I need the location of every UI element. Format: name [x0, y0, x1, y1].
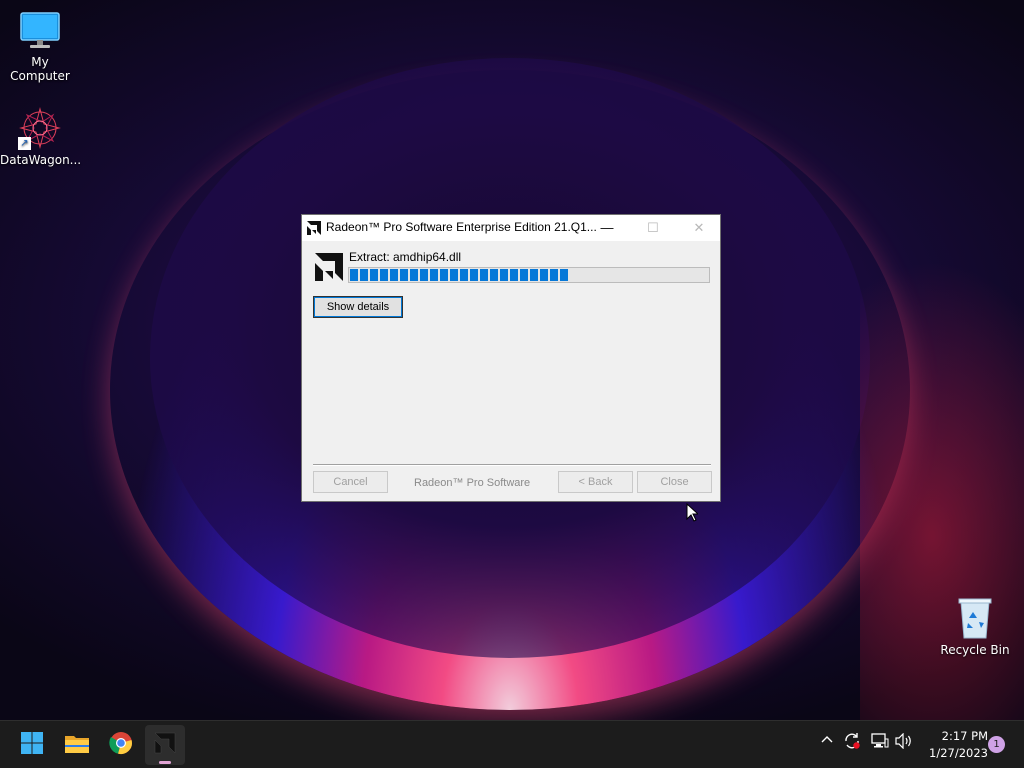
network-icon[interactable] — [871, 733, 889, 753]
desktop-icon-recycle-bin[interactable]: Recycle Bin — [935, 596, 1015, 657]
dialog-title: Radeon™ Pro Software Enterprise Edition … — [326, 220, 597, 234]
windows-logo-icon — [20, 731, 44, 759]
close-icon: ✕ — [693, 220, 705, 235]
close-window-button: ✕ — [676, 215, 722, 241]
monitor-icon — [19, 10, 61, 52]
close-label: Close — [660, 476, 689, 488]
dialog-titlebar[interactable]: Radeon™ Pro Software Enterprise Edition … — [302, 215, 720, 241]
back-label: < Back — [578, 476, 613, 488]
shortcut-arrow-icon: ↗ — [18, 137, 31, 150]
minimize-icon: — — [600, 220, 614, 235]
amd-installer-button[interactable] — [145, 725, 185, 765]
taskbar: 2:17 PM 1/27/2023 1 — [0, 720, 1024, 768]
cancel-button: Cancel — [313, 471, 388, 493]
footer-separator — [313, 464, 711, 466]
back-button: < Back — [558, 471, 633, 493]
show-details-label: Show details — [326, 301, 390, 313]
clock-time: 2:17 PM — [941, 729, 988, 743]
volume-icon[interactable] — [895, 732, 913, 753]
minimize-button[interactable]: — — [584, 215, 630, 241]
active-app-indicator — [159, 761, 171, 764]
amd-logo-icon — [306, 220, 322, 241]
start-button[interactable] — [12, 725, 52, 765]
maximize-button: ☐ — [630, 215, 676, 241]
recycle-bin-icon — [955, 596, 995, 640]
amd-logo-icon — [154, 732, 176, 758]
show-details-button[interactable]: Show details — [313, 296, 403, 318]
desktop-icon-datawagon[interactable]: ↗ DataWagon... — [0, 106, 82, 167]
notification-badge[interactable]: 1 — [988, 736, 1005, 753]
desktop-icon-label: Recycle Bin — [940, 643, 1010, 657]
clock-date: 1/27/2023 — [929, 746, 988, 760]
desktop-icon-my-computer[interactable]: My Computer — [0, 10, 80, 83]
close-button: Close — [637, 471, 712, 493]
chrome-button[interactable] — [101, 725, 141, 765]
progress-fill — [350, 269, 568, 281]
datawagon-shortcut-icon: ↗ — [18, 106, 62, 150]
cancel-label: Cancel — [333, 476, 368, 488]
brand-label: Radeon™ Pro Software — [414, 477, 531, 489]
system-clock[interactable]: 2:17 PM 1/27/2023 — [918, 728, 988, 762]
folder-icon — [64, 732, 90, 758]
chrome-icon — [109, 731, 133, 759]
installer-dialog: Radeon™ Pro Software Enterprise Edition … — [301, 214, 721, 502]
amd-logo-icon — [313, 251, 345, 288]
file-explorer-button[interactable] — [57, 725, 97, 765]
mouse-cursor-icon — [686, 502, 700, 526]
extract-progress-bar — [348, 267, 710, 283]
sync-icon[interactable] — [843, 732, 861, 754]
maximize-icon: ☐ — [647, 220, 659, 235]
extract-status-label: Extract: amdhip64.dll — [349, 250, 462, 264]
chevron-up-icon[interactable] — [820, 733, 834, 751]
desktop-icon-label: My Computer — [10, 55, 70, 83]
desktop-icon-label: DataWagon... — [0, 153, 82, 167]
